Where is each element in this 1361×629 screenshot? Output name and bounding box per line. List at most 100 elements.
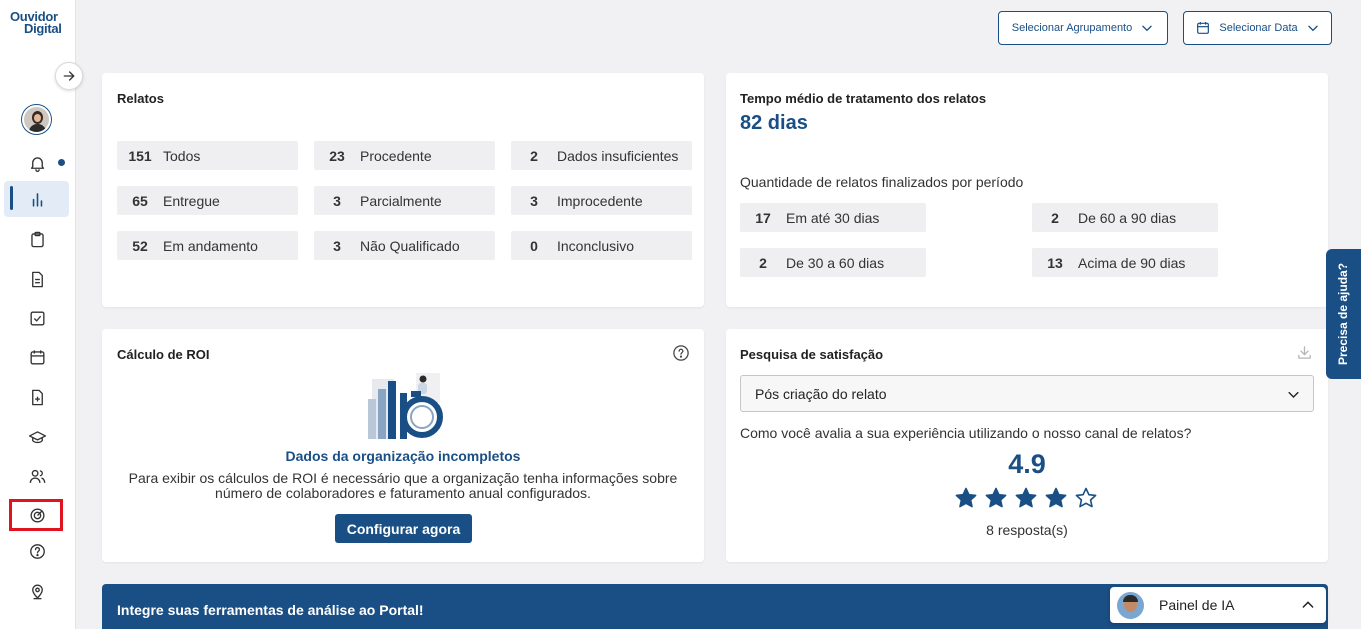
arrow-right-icon [63, 71, 75, 81]
satisfaction-title: Pesquisa de satisfação [740, 347, 884, 362]
chip-count: 3 [530, 192, 538, 209]
relatos-chip-entregue[interactable]: 65 Entregue [117, 186, 298, 215]
chip-label: Parcialmente [360, 192, 442, 209]
add-document-icon[interactable] [26, 386, 48, 408]
roi-heading: Dados da organização incompletos [285, 448, 521, 464]
chip-count: 151 [128, 147, 152, 164]
star-outline-icon [1075, 487, 1097, 508]
user-avatar[interactable] [22, 105, 51, 134]
survey-question: Como você avalia a sua experiência utili… [740, 425, 1192, 441]
nav-active-indicator [10, 186, 13, 210]
relatos-chip-em-andamento[interactable]: 52 Em andamento [117, 231, 298, 260]
ia-avatar [1117, 591, 1144, 619]
help-tab[interactable]: Precisa de ajuda? [1326, 249, 1361, 379]
star-filled-icon [1015, 487, 1037, 508]
tempo-chip-acima-90-dias[interactable]: 13 Acima de 90 dias [1032, 248, 1218, 277]
survey-select[interactable]: Pós criação do relato [740, 375, 1314, 412]
select-date-button[interactable]: Selecionar Data [1183, 11, 1332, 45]
survey-select-value: Pós criação do relato [755, 385, 887, 402]
tempo-medio-subtitle: Quantidade de relatos finalizados por pe… [740, 174, 1024, 190]
calendar-icon [1197, 22, 1210, 34]
expand-sidebar-button[interactable] [55, 62, 83, 90]
chip-label: Dados insuficientes [557, 147, 679, 164]
chip-label: Não Qualificado [360, 237, 460, 254]
chip-count: 2 [530, 147, 538, 164]
chevron-down-icon [1142, 25, 1152, 32]
tempo-chip-30-dias[interactable]: 17 Em até 30 dias [740, 203, 926, 232]
configure-now-button[interactable]: Configurar agora [335, 514, 472, 543]
logo-line2: Digital [24, 21, 62, 36]
roi-text-line1: Para exibir os cálculos de ROI é necessá… [128, 470, 678, 486]
relatos-title: Relatos [117, 91, 164, 106]
tempo-chip-60-90-dias[interactable]: 2 De 60 a 90 dias [1032, 203, 1218, 232]
chip-count: 0 [530, 237, 538, 254]
chip-label: Inconclusivo [557, 237, 635, 254]
survey-responses: 8 resposta(s) [986, 522, 1068, 538]
tempo-medio-value: 82 dias [740, 112, 808, 134]
roi-illustration [368, 373, 443, 439]
graduation-cap-icon[interactable] [26, 426, 48, 448]
ia-panel[interactable]: Painel de IA [1110, 587, 1326, 623]
chip-count: 3 [333, 192, 341, 209]
relatos-card: Relatos 151 Todos 23 Procedente 2 Dados … [102, 73, 704, 307]
logo[interactable]: Ouvidor Digital [10, 10, 64, 36]
relatos-chip-improcedente[interactable]: 3 Improcedente [511, 186, 692, 215]
chevron-down-icon [1307, 25, 1318, 32]
select-grouping-label: Selecionar Agrupamento [1011, 22, 1133, 34]
satisfaction-card: Pesquisa de satisfação Pós criação do re… [726, 329, 1328, 562]
highlight-box [9, 499, 63, 531]
chip-label: Em até 30 dias [786, 209, 880, 226]
chip-label: Acima de 90 dias [1078, 254, 1186, 271]
bell-icon[interactable] [26, 152, 48, 174]
sidebar: Ouvidor Digital [0, 0, 76, 629]
download-icon[interactable] [1296, 344, 1313, 361]
checkbox-icon[interactable] [26, 307, 48, 329]
chip-count: 17 [755, 209, 771, 226]
document-icon[interactable] [26, 268, 48, 290]
location-pin-icon[interactable] [26, 580, 48, 602]
chip-label: De 60 a 90 dias [1078, 209, 1177, 226]
chevron-up-icon[interactable] [1300, 597, 1316, 613]
rating-stars [954, 486, 1102, 510]
relatos-chip-dados-insuficientes[interactable]: 2 Dados insuficientes [511, 141, 692, 170]
roi-title: Cálculo de ROI [117, 347, 210, 362]
users-icon[interactable] [26, 465, 48, 487]
chip-count: 2 [1051, 209, 1059, 226]
star-filled-icon [985, 487, 1007, 508]
ia-panel-label: Painel de IA [1159, 597, 1235, 613]
relatos-chip-parcialmente[interactable]: 3 Parcialmente [314, 186, 495, 215]
chip-label: De 30 a 60 dias [786, 254, 885, 271]
bar-chart-icon[interactable] [26, 188, 48, 210]
chevron-down-icon [1288, 391, 1299, 398]
help-circle-icon[interactable] [672, 344, 690, 362]
select-date-label: Selecionar Data [1219, 22, 1298, 34]
chip-count: 23 [329, 147, 345, 164]
tempo-chip-30-60-dias[interactable]: 2 De 30 a 60 dias [740, 248, 926, 277]
help-tab-label: Precisa de ajuda? [1336, 262, 1351, 366]
star-filled-icon [1045, 487, 1067, 508]
relatos-chip-inconclusivo[interactable]: 0 Inconclusivo [511, 231, 692, 260]
banner-title: Integre suas ferramentas de análise ao P… [117, 602, 424, 618]
chip-count: 13 [1047, 254, 1063, 271]
clipboard-icon[interactable] [26, 228, 48, 250]
star-filled-icon [955, 487, 977, 508]
chip-label: Procedente [360, 147, 432, 164]
notification-dot [58, 159, 65, 166]
chip-label: Improcedente [557, 192, 643, 209]
roi-text-line2: número de colaboradores e faturamento an… [215, 485, 591, 501]
chip-label: Entregue [163, 192, 220, 209]
chip-count: 52 [132, 237, 148, 254]
relatos-chip-nao-qualificado[interactable]: 3 Não Qualificado [314, 231, 495, 260]
help-circle-icon[interactable] [26, 540, 48, 562]
chip-label: Todos [163, 147, 201, 164]
relatos-chip-procedente[interactable]: 23 Procedente [314, 141, 495, 170]
chip-label: Em andamento [163, 237, 258, 254]
survey-score: 4.9 [1008, 449, 1046, 479]
calendar-icon[interactable] [26, 346, 48, 368]
roi-card: Cálculo de ROI Dados da organização inco… [102, 329, 704, 562]
tempo-medio-title: Tempo médio de tratamento dos relatos [740, 91, 987, 106]
select-grouping-button[interactable]: Selecionar Agrupamento [998, 11, 1168, 45]
relatos-chip-todos[interactable]: 151 Todos [117, 141, 298, 170]
chip-count: 2 [759, 254, 767, 271]
tempo-medio-card: Tempo médio de tratamento dos relatos 82… [726, 73, 1328, 307]
